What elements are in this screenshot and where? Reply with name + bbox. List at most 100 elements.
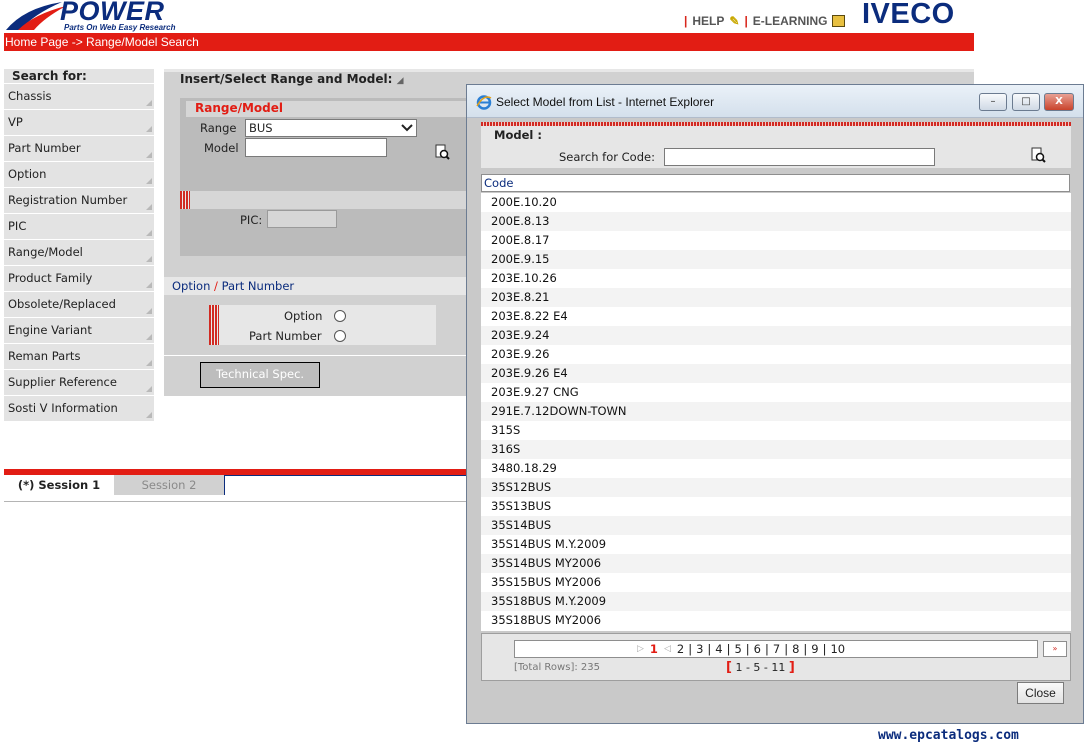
maximize-button[interactable]: □ bbox=[1012, 93, 1040, 111]
part-number-link[interactable]: Part Number bbox=[222, 279, 295, 293]
code-column-header[interactable]: Code bbox=[481, 174, 1070, 192]
list-item[interactable]: 35S18BUS M.Y.2009 bbox=[481, 592, 1071, 611]
part-number-radio[interactable] bbox=[334, 330, 346, 342]
popup-title: Select Model from List - Internet Explor… bbox=[496, 95, 715, 109]
sidebar-item-supplier-reference[interactable]: Supplier Reference bbox=[4, 370, 154, 396]
list-item[interactable]: 3480.18.29 bbox=[481, 459, 1071, 478]
model-heading: Model : bbox=[494, 128, 542, 142]
list-item[interactable]: 203E.9.24 bbox=[481, 326, 1071, 345]
option-part-number-header: Option / Part Number bbox=[164, 277, 474, 295]
sidebar-item-pic[interactable]: PIC bbox=[4, 214, 154, 240]
option-link[interactable]: Option bbox=[172, 279, 210, 293]
list-item[interactable]: 203E.9.26 E4 bbox=[481, 364, 1071, 383]
session-frame bbox=[224, 475, 466, 495]
next-page-button[interactable]: » bbox=[1043, 641, 1067, 657]
option-radio-label: Option bbox=[284, 309, 323, 323]
pic-marker bbox=[180, 191, 190, 209]
page-6[interactable]: 6 bbox=[750, 641, 765, 657]
page-9[interactable]: 9 bbox=[807, 641, 822, 657]
nav-separator: | bbox=[744, 14, 748, 28]
sidebar-item-registration-number[interactable]: Registration Number bbox=[4, 188, 154, 214]
search-icon[interactable] bbox=[1030, 147, 1046, 163]
sidebar-item-vp[interactable]: VP bbox=[4, 110, 154, 136]
list-item[interactable]: 35S18BUS MY2006 bbox=[481, 611, 1071, 630]
close-button[interactable]: Close bbox=[1017, 682, 1064, 704]
sidebar-item-range-model[interactable]: Range/Model bbox=[4, 240, 154, 266]
option-radio[interactable] bbox=[334, 310, 346, 322]
pic-input[interactable] bbox=[267, 210, 337, 228]
sidebar-item-option[interactable]: Option bbox=[4, 162, 154, 188]
nav-separator: | bbox=[684, 14, 688, 28]
list-item[interactable]: 35S14BUS M.Y.2009 bbox=[481, 535, 1071, 554]
range-model-title: Range/Model bbox=[195, 101, 284, 115]
select-model-popup: Select Model from List - Internet Explor… bbox=[466, 84, 1084, 724]
model-list: 200E.10.20 200E.8.13 200E.8.17 200E.9.15… bbox=[481, 193, 1071, 631]
page-current[interactable]: 1 bbox=[646, 641, 662, 657]
sidebar-item-obsolete-replaced[interactable]: Obsolete/Replaced bbox=[4, 292, 154, 318]
page-8[interactable]: 8 bbox=[788, 641, 803, 657]
sidebar-item-engine-variant[interactable]: Engine Variant bbox=[4, 318, 154, 344]
page-7[interactable]: 7 bbox=[769, 641, 784, 657]
page-10[interactable]: 10 bbox=[826, 641, 849, 657]
list-item[interactable]: 35S14BUS MY2006 bbox=[481, 554, 1071, 573]
search-icon[interactable] bbox=[434, 144, 450, 160]
elearning-icon bbox=[832, 15, 846, 27]
help-link[interactable]: HELP bbox=[692, 14, 724, 28]
watermark: www.epcatalogs.com bbox=[878, 728, 1019, 743]
pager-bar: ▷ 1 ◁ 2 | 3 | 4 | 5 | 6 | 7 | 8 | 9 | 10 bbox=[514, 640, 1038, 658]
pic-title-bar bbox=[190, 191, 480, 209]
list-item[interactable]: 315S bbox=[481, 421, 1071, 440]
code-search-label: Search for Code: bbox=[559, 150, 655, 164]
list-item[interactable]: 316S bbox=[481, 440, 1071, 459]
page-3[interactable]: 3 bbox=[692, 641, 707, 657]
option-box bbox=[209, 305, 436, 345]
list-item[interactable]: 35S13BUS bbox=[481, 497, 1071, 516]
list-item[interactable]: 200E.9.15 bbox=[481, 250, 1071, 269]
elearning-link[interactable]: E-LEARNING bbox=[753, 14, 828, 28]
pic-label: PIC: bbox=[240, 213, 263, 227]
logo-tagline: Parts On Web Easy Research bbox=[64, 23, 176, 32]
list-item[interactable]: 291E.7.12DOWN-TOWN bbox=[481, 402, 1071, 421]
list-item[interactable]: 200E.8.17 bbox=[481, 231, 1071, 250]
range-select-value: BUS bbox=[249, 121, 273, 135]
sidebar-item-reman-parts[interactable]: Reman Parts bbox=[4, 344, 154, 370]
part-number-radio-label: Part Number bbox=[249, 329, 322, 343]
window-close-button[interactable]: X bbox=[1044, 93, 1074, 111]
tab-session-2[interactable]: Session 2 bbox=[114, 475, 224, 495]
iveco-brand: IVECO bbox=[862, 0, 955, 30]
header-slash: / bbox=[214, 279, 218, 293]
list-item[interactable]: 203E.9.26 bbox=[481, 345, 1071, 364]
range-select[interactable]: BUS bbox=[245, 119, 417, 137]
tab-session-1[interactable]: (*) Session 1 bbox=[4, 475, 114, 495]
lightbulb-icon: ✎ bbox=[729, 14, 740, 28]
sidebar-item-part-number[interactable]: Part Number bbox=[4, 136, 154, 162]
list-item[interactable]: 203E.8.21 bbox=[481, 288, 1071, 307]
triangle-icon: ◢ bbox=[396, 76, 404, 86]
list-item[interactable]: 35S14BUS bbox=[481, 516, 1071, 535]
list-item[interactable]: 35S12BUS bbox=[481, 478, 1071, 497]
divider bbox=[4, 501, 466, 502]
sidebar-item-product-family[interactable]: Product Family bbox=[4, 266, 154, 292]
sidebar-item-sosti-v-information[interactable]: Sosti V Information bbox=[4, 396, 154, 422]
list-item[interactable]: 200E.8.13 bbox=[481, 212, 1071, 231]
list-item[interactable]: 35S15BUS MY2006 bbox=[481, 573, 1071, 592]
technical-spec-button[interactable]: Technical Spec. bbox=[200, 362, 320, 388]
list-item[interactable]: 203E.10.26 bbox=[481, 269, 1071, 288]
bracket-right: ] bbox=[788, 660, 795, 675]
sidebar: Chassis VP Part Number Option Registrati… bbox=[4, 84, 154, 422]
list-item[interactable]: 203E.9.27 CNG bbox=[481, 383, 1071, 402]
list-item[interactable]: 203E.8.22 E4 bbox=[481, 307, 1071, 326]
pager: ▷ 1 ◁ 2 | 3 | 4 | 5 | 6 | 7 | 8 | 9 | 10 bbox=[635, 641, 849, 657]
page-2[interactable]: 2 bbox=[673, 641, 688, 657]
range-label: Range bbox=[200, 121, 237, 135]
code-search-input[interactable] bbox=[664, 148, 935, 166]
page-range-text[interactable]: 1 - 5 - 11 bbox=[735, 661, 785, 674]
sidebar-heading: Search for: bbox=[4, 69, 154, 83]
list-item[interactable]: 200E.10.20 bbox=[481, 193, 1071, 212]
page-4[interactable]: 4 bbox=[711, 641, 726, 657]
page-5[interactable]: 5 bbox=[730, 641, 745, 657]
breadcrumb[interactable]: Home Page -> Range/Model Search bbox=[4, 33, 974, 51]
minimize-button[interactable]: – bbox=[979, 93, 1007, 111]
model-input[interactable] bbox=[245, 138, 387, 157]
sidebar-item-chassis[interactable]: Chassis bbox=[4, 84, 154, 110]
